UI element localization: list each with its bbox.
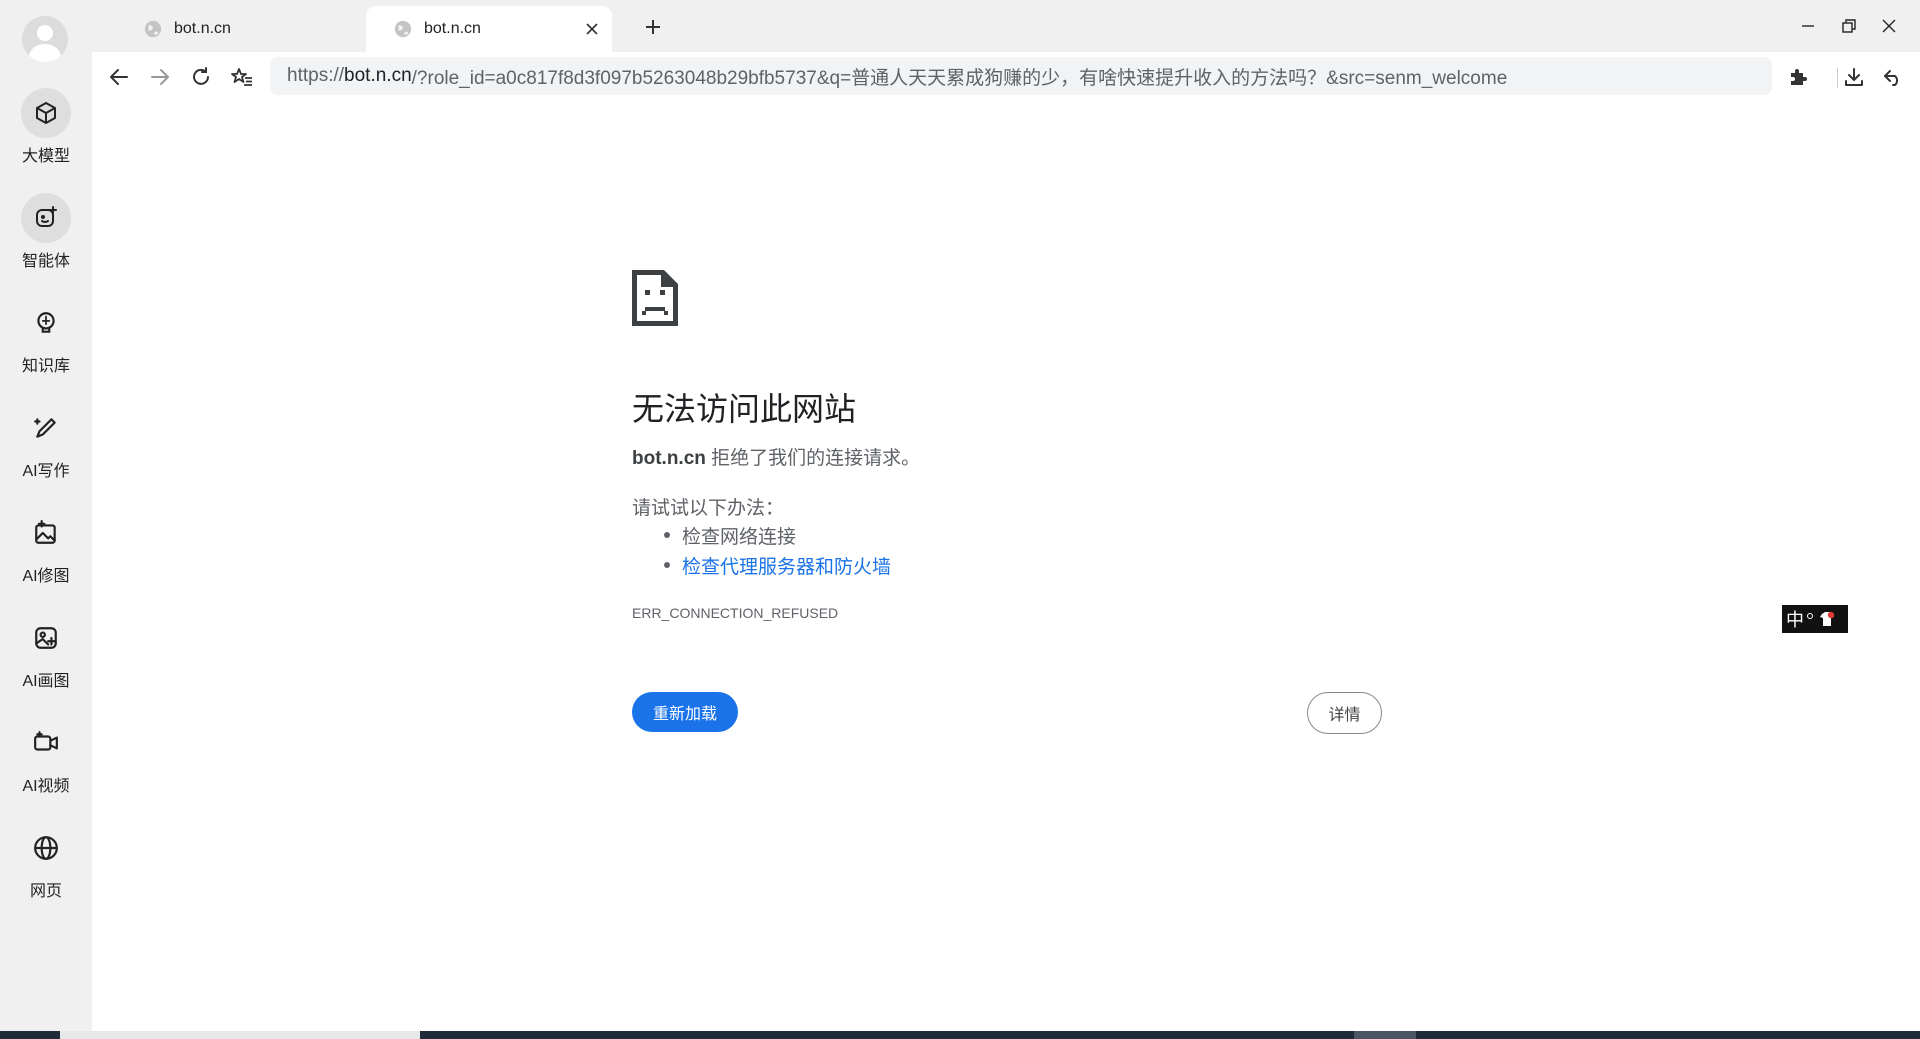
sidebar-item-label: 大模型 xyxy=(21,148,70,165)
punctuation-mode-icon xyxy=(1807,613,1813,619)
address-bar[interactable]: https://bot.n.cn/?role_id=a0c817f8d3f097… xyxy=(270,57,1772,95)
sidebar-item-ai-drawing[interactable]: AI画图 xyxy=(0,613,92,701)
os-taskbar xyxy=(0,1031,1920,1039)
image-sparkle-icon xyxy=(21,613,71,663)
error-code: ERR_CONNECTION_REFUSED xyxy=(632,605,839,621)
globe-icon xyxy=(21,823,71,873)
close-window-icon[interactable] xyxy=(1874,12,1904,40)
cube-icon xyxy=(21,88,71,138)
sidebar-item-label: 知识库 xyxy=(21,358,70,375)
favorites-icon[interactable] xyxy=(227,62,257,92)
video-sparkle-icon xyxy=(21,718,71,768)
globe-icon xyxy=(144,20,162,38)
reload-button[interactable]: 重新加载 xyxy=(632,692,738,732)
sidebar-item-label: AI修图 xyxy=(22,568,70,585)
image-edit-icon xyxy=(21,508,71,558)
undo-icon[interactable] xyxy=(1878,62,1908,92)
sidebar-item-label: AI画图 xyxy=(22,673,70,690)
reload-icon[interactable] xyxy=(186,62,216,92)
error-message: 拒绝了我们的连接请求。 xyxy=(705,448,921,469)
try-label: 请试试以下办法： xyxy=(632,498,785,519)
restore-icon[interactable] xyxy=(1834,12,1864,40)
new-tab-icon[interactable] xyxy=(640,14,666,40)
minimize-icon[interactable] xyxy=(1793,12,1823,40)
url-rest: /?role_id=a0c817f8d3f097b5263048b29bfb57… xyxy=(411,67,1508,89)
details-button[interactable]: 详情 xyxy=(1307,692,1382,734)
sidebar-item-model[interactable]: 大模型 xyxy=(0,88,92,176)
sidebar-item-knowledge[interactable]: 知识库 xyxy=(0,298,92,386)
suggestion-check-proxy-link[interactable]: 检查代理服务器和防火墙 xyxy=(663,552,891,579)
sidebar-item-ai-video[interactable]: AI视频 xyxy=(0,718,92,806)
error-host: bot.n.cn xyxy=(632,448,706,469)
forward-arrow-icon[interactable] xyxy=(145,62,175,92)
browser-toolbar: https://bot.n.cn/?role_id=a0c817f8d3f097… xyxy=(92,52,1920,100)
user-avatar[interactable] xyxy=(22,16,68,62)
tab-title: bot.n.cn xyxy=(424,20,481,37)
url-scheme: https:// xyxy=(287,65,345,86)
sidebar-item-label: 网页 xyxy=(29,883,62,900)
tab-botn-2[interactable]: bot.n.cn xyxy=(366,6,612,52)
sidebar-item-ai-writing[interactable]: AI写作 xyxy=(0,403,92,491)
toolbar-divider xyxy=(1837,68,1838,88)
lightbulb-icon xyxy=(21,298,71,348)
suggestion-check-network: 检查网络连接 xyxy=(663,522,796,549)
sidebar-item-label: AI写作 xyxy=(22,463,70,480)
download-icon[interactable] xyxy=(1839,62,1869,92)
error-description: bot.n.cn 拒绝了我们的连接请求。 xyxy=(632,443,920,470)
app-sidebar: 大模型 智能体 知识库 AI写作 AI修图 AI画图 AI视频 网页 xyxy=(0,0,92,1031)
pen-sparkle-icon xyxy=(21,403,71,453)
ime-indicator[interactable]: 中 xyxy=(1782,605,1848,633)
back-arrow-icon[interactable] xyxy=(104,62,134,92)
sidebar-item-web[interactable]: 网页 xyxy=(0,823,92,911)
sidebar-item-agent[interactable]: 智能体 xyxy=(0,193,92,281)
globe-icon xyxy=(394,20,412,38)
tab-strip: bot.n.cn bot.n.cn xyxy=(92,0,1920,52)
sidebar-item-label: 智能体 xyxy=(21,253,70,270)
sidebar-item-label: AI视频 xyxy=(22,778,70,795)
sidebar-item-ai-retouch[interactable]: AI修图 xyxy=(0,508,92,596)
tab-title: bot.n.cn xyxy=(174,20,231,37)
agent-icon xyxy=(21,193,71,243)
tab-botn-1[interactable]: bot.n.cn xyxy=(116,6,362,52)
sad-document-icon xyxy=(632,270,678,326)
taskbar-search-box[interactable] xyxy=(60,1031,420,1039)
url-host: bot.n.cn xyxy=(344,65,412,86)
taskbar-active-app[interactable] xyxy=(1354,1031,1416,1039)
close-tab-icon[interactable] xyxy=(582,19,602,39)
extensions-icon[interactable] xyxy=(1783,62,1813,92)
ime-mode-label: 中 xyxy=(1786,610,1804,630)
error-title: 无法访问此网站 xyxy=(632,391,857,427)
skin-icon xyxy=(1820,611,1835,626)
